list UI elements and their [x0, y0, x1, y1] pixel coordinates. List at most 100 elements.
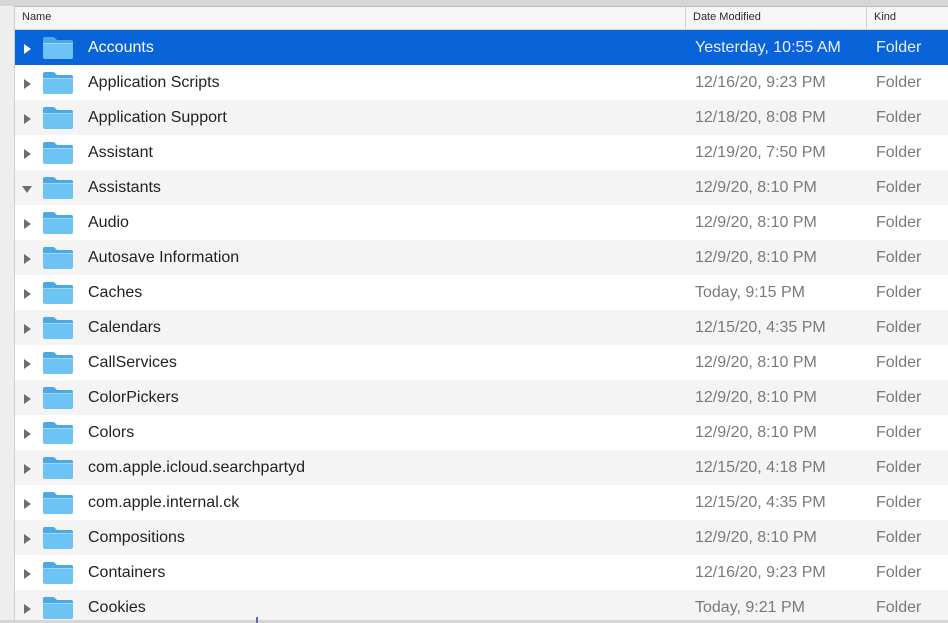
file-kind: Folder [876, 354, 922, 371]
chevron-right-icon[interactable] [21, 392, 33, 404]
resize-marker [256, 617, 258, 623]
date-modified: 12/15/20, 4:35 PM [695, 319, 826, 336]
file-name: Colors [88, 424, 135, 441]
file-name: Cookies [88, 599, 146, 616]
date-modified: 12/9/20, 8:10 PM [695, 214, 817, 231]
date-modified: 12/9/20, 8:10 PM [695, 424, 817, 441]
folder-icon [42, 175, 74, 200]
file-kind: Folder [876, 494, 922, 511]
chevron-right-icon[interactable] [21, 427, 33, 439]
date-modified: Today, 9:21 PM [695, 599, 805, 616]
table-row[interactable]: Autosave Information 12/9/20, 8:10 PM Fold… [15, 240, 948, 275]
folder-icon [42, 525, 74, 550]
chevron-right-icon[interactable] [21, 42, 33, 54]
table-row[interactable]: Cookies Today, 9:21 PM Folder [15, 590, 948, 623]
file-kind: Folder [876, 144, 922, 161]
file-kind: Folder [876, 39, 922, 56]
file-name: Audio [88, 214, 129, 231]
table-row[interactable]: Audio 12/9/20, 8:10 PM Folder [15, 205, 948, 240]
date-modified: 12/15/20, 4:35 PM [695, 494, 826, 511]
chevron-right-icon[interactable] [21, 217, 33, 229]
table-row[interactable]: Application Scripts 12/16/20, 9:23 PM Fold… [15, 65, 948, 100]
table-row[interactable]: Calendars 12/15/20, 4:35 PM Folder [15, 310, 948, 345]
column-header-name[interactable]: Name [15, 7, 685, 29]
table-row[interactable]: Containers 12/16/20, 9:23 PM Folder [15, 555, 948, 590]
date-modified: 12/9/20, 8:10 PM [695, 179, 817, 196]
date-modified: 12/9/20, 8:10 PM [695, 529, 817, 546]
chevron-right-icon[interactable] [21, 112, 33, 124]
chevron-right-icon[interactable] [21, 462, 33, 474]
date-modified: 12/19/20, 7:50 PM [695, 144, 826, 161]
chevron-right-icon[interactable] [21, 322, 33, 334]
file-name: com.apple.icloud.searchpartyd [88, 459, 306, 476]
folder-icon [42, 210, 74, 235]
date-modified: 12/16/20, 9:23 PM [695, 564, 826, 581]
folder-icon [42, 350, 74, 375]
file-kind: Folder [876, 424, 922, 441]
chevron-right-icon[interactable] [21, 252, 33, 264]
file-name: Calendars [88, 319, 161, 336]
folder-icon [42, 280, 74, 305]
folder-icon [42, 560, 74, 585]
file-list: Accounts Yesterday, 10:55 AM Folder Applica… [15, 30, 948, 623]
file-name: Compositions [88, 529, 185, 546]
folder-icon [42, 385, 74, 410]
file-kind: Folder [876, 74, 922, 91]
file-kind: Folder [876, 284, 922, 301]
table-row[interactable]: ColorPickers 12/9/20, 8:10 PM Folder [15, 380, 948, 415]
table-row[interactable]: Accounts Yesterday, 10:55 AM Folder [15, 30, 948, 65]
file-name: ColorPickers [88, 389, 179, 406]
chevron-right-icon[interactable] [21, 287, 33, 299]
column-header-date-modified[interactable]: Date Modified [685, 7, 866, 29]
folder-icon [42, 105, 74, 130]
folder-icon [42, 140, 74, 165]
folder-icon [42, 245, 74, 270]
table-row[interactable]: Assistants 12/9/20, 8:10 PM Folder [15, 170, 948, 205]
table-row[interactable]: Application Support 12/18/20, 8:08 PM Fold… [15, 100, 948, 135]
date-modified: 12/15/20, 4:18 PM [695, 459, 826, 476]
chevron-right-icon[interactable] [21, 532, 33, 544]
table-row[interactable]: CallServices 12/9/20, 8:10 PM Folder [15, 345, 948, 380]
folder-icon [42, 420, 74, 445]
date-modified: 12/9/20, 8:10 PM [695, 389, 817, 406]
chevron-right-icon[interactable] [21, 567, 33, 579]
folder-icon [42, 70, 74, 95]
file-name: com.apple.internal.ck [88, 494, 240, 511]
table-row[interactable]: com.apple.internal.ck 12/15/20, 4:35 PM Fo… [15, 485, 948, 520]
folder-icon [42, 490, 74, 515]
file-kind: Folder [876, 249, 922, 266]
folder-icon [42, 315, 74, 340]
file-kind: Folder [876, 319, 922, 336]
file-name: Accounts [88, 39, 154, 56]
date-modified: Yesterday, 10:55 AM [695, 39, 841, 56]
top-divider [0, 0, 948, 7]
table-row[interactable]: Compositions 12/9/20, 8:10 PM Folder [15, 520, 948, 555]
file-kind: Folder [876, 214, 922, 231]
chevron-down-icon[interactable] [21, 182, 33, 194]
table-row[interactable]: Caches Today, 9:15 PM Folder [15, 275, 948, 310]
date-modified: 12/18/20, 8:08 PM [695, 109, 826, 126]
folder-icon [42, 455, 74, 480]
file-kind: Folder [876, 389, 922, 406]
chevron-right-icon[interactable] [21, 497, 33, 509]
table-row[interactable]: com.apple.icloud.searchpartyd 12/15/20, 4… [15, 450, 948, 485]
file-name: Application Support [88, 109, 227, 126]
chevron-right-icon[interactable] [21, 602, 33, 614]
table-row[interactable]: Assistant 12/19/20, 7:50 PM Folder [15, 135, 948, 170]
date-modified: 12/9/20, 8:10 PM [695, 249, 817, 266]
chevron-right-icon[interactable] [21, 147, 33, 159]
file-kind: Folder [876, 564, 922, 581]
column-header-bar: Name Date Modified Kind [15, 7, 948, 30]
chevron-right-icon[interactable] [21, 357, 33, 369]
date-modified: Today, 9:15 PM [695, 284, 805, 301]
folder-icon [42, 35, 74, 60]
chevron-right-icon[interactable] [21, 77, 33, 89]
column-header-kind[interactable]: Kind [866, 7, 948, 29]
file-name: Application Scripts [88, 74, 220, 91]
file-kind: Folder [876, 109, 922, 126]
folder-icon [42, 595, 74, 620]
file-kind: Folder [876, 529, 922, 546]
file-name: Caches [88, 284, 143, 301]
table-row[interactable]: Colors 12/9/20, 8:10 PM Folder [15, 415, 948, 450]
date-modified: 12/9/20, 8:10 PM [695, 354, 817, 371]
